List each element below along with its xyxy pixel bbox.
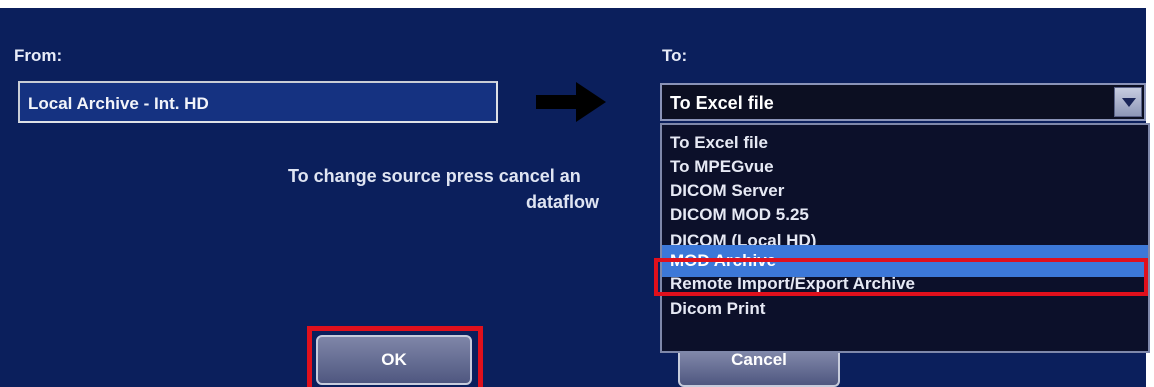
option-to-mpegvue[interactable]: To MPEGvue (662, 155, 1148, 179)
annotation-highlight-ok (307, 326, 483, 387)
to-label: To: (662, 46, 688, 65)
window-frame-top (0, 0, 1154, 8)
destination-options-list[interactable]: To Excel file To MPEGvue DICOM Server DI… (660, 123, 1150, 353)
option-to-excel-file[interactable]: To Excel file (662, 131, 1148, 155)
right-arrow-icon (536, 82, 606, 122)
destination-selected-value: To Excel file (670, 93, 774, 113)
chevron-down-icon[interactable] (1114, 87, 1142, 117)
destination-dropdown[interactable]: To Excel file (660, 83, 1146, 121)
from-label: From: (14, 46, 63, 65)
message-line-2: dataflow (526, 192, 600, 212)
option-dicom-server[interactable]: DICOM Server (662, 179, 1148, 203)
option-dicom-mod-525[interactable]: DICOM MOD 5.25 (662, 203, 1148, 227)
message-line-1: To change source press cancel an (288, 166, 581, 186)
cancel-button[interactable]: Cancel (678, 353, 840, 387)
annotation-highlight-mod-archive (654, 258, 1148, 296)
option-dicom-print[interactable]: Dicom Print (662, 297, 1148, 321)
option-dicom-local-hd[interactable]: DICOM (Local HD) (662, 227, 1148, 245)
source-field[interactable]: Local Archive - Int. HD (18, 81, 498, 123)
